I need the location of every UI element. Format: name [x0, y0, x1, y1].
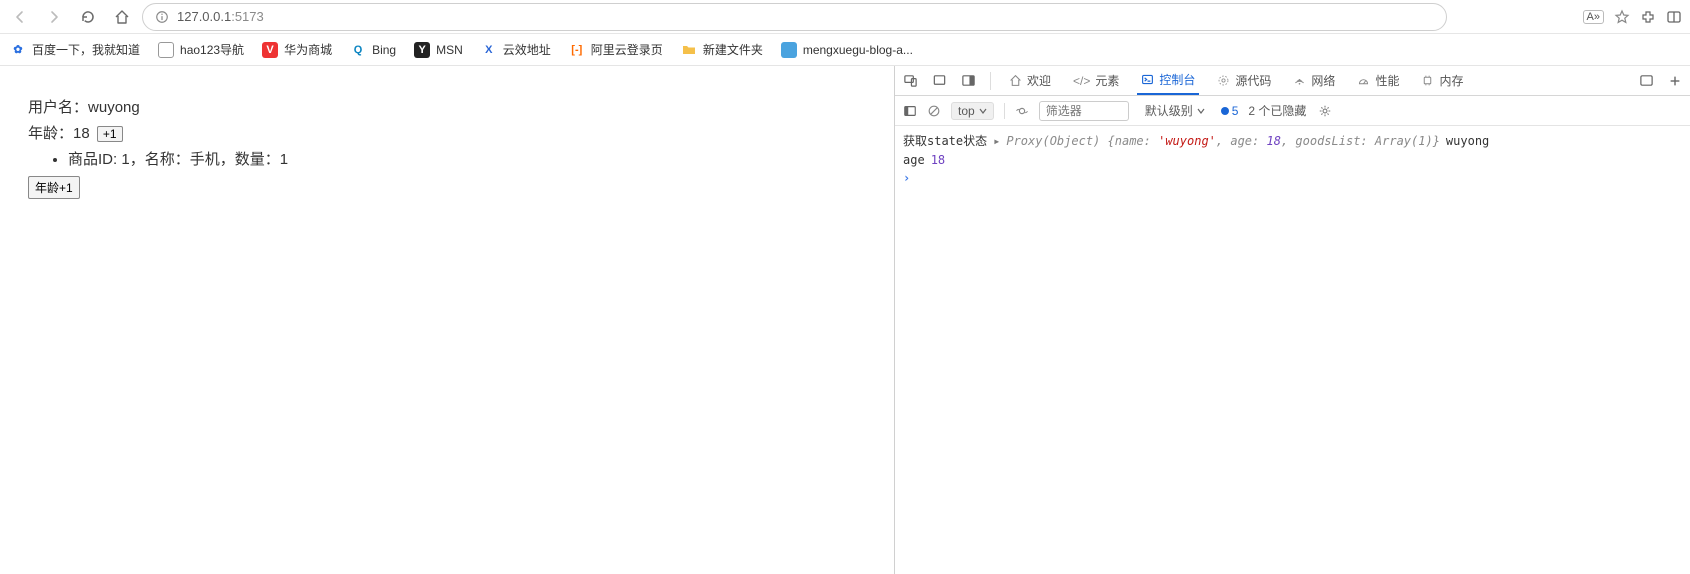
- info-icon: [155, 10, 169, 24]
- goods-list-item: 商品ID: 1，名称：手机，数量：1: [68, 148, 866, 172]
- v-icon: V: [262, 42, 278, 58]
- console-toolbar: top 默认级别 5 2 个已隐藏: [895, 96, 1690, 126]
- forward-button[interactable]: [40, 3, 68, 31]
- devtools-tabs: 欢迎 </>元素 控制台 源代码 网络 性能 内存: [895, 66, 1690, 96]
- bookmark-msn[interactable]: Y MSN: [414, 42, 463, 58]
- bookmark-yunxiao[interactable]: X 云效地址: [481, 41, 551, 58]
- devtools-panel: 欢迎 </>元素 控制台 源代码 网络 性能 内存 top 默认级别 5 2 个…: [895, 66, 1690, 574]
- tab-memory[interactable]: 内存: [1417, 66, 1467, 95]
- issues-badge[interactable]: 5: [1221, 104, 1239, 118]
- bookmark-label: Bing: [372, 43, 396, 57]
- extensions-icon[interactable]: [1640, 9, 1656, 25]
- bookmark-blog[interactable]: mengxuegu-blog-a...: [781, 42, 913, 58]
- dot-icon: [1221, 107, 1229, 115]
- goods-qty-label: 数量：: [235, 151, 280, 168]
- browser-toolbar: 127.0.0.1:5173 A»: [0, 0, 1690, 34]
- bookmark-label: hao123导航: [180, 41, 244, 58]
- console-output: 获取state状态 ▸ Proxy(Object) {name: 'wuyong…: [895, 126, 1690, 574]
- tab-welcome[interactable]: 欢迎: [1005, 66, 1055, 95]
- console-log-line[interactable]: age 18: [903, 151, 1682, 169]
- back-button[interactable]: [6, 3, 34, 31]
- bookmark-huawei[interactable]: V 华为商城: [262, 41, 332, 58]
- bookmark-label: MSN: [436, 43, 463, 57]
- live-expression-icon[interactable]: [1015, 104, 1029, 118]
- console-log-line[interactable]: 获取state状态 ▸ Proxy(Object) {name: 'wuyong…: [903, 130, 1682, 151]
- toggle-sidebar-icon[interactable]: [903, 104, 917, 118]
- tab-elements[interactable]: </>元素: [1069, 66, 1123, 95]
- screencast-icon[interactable]: [932, 73, 947, 88]
- bookmark-baidu[interactable]: ✿ 百度一下，我就知道: [10, 41, 140, 58]
- x-icon: X: [481, 42, 497, 58]
- goods-qty-value: 1: [280, 151, 288, 168]
- username-value: wuyong: [88, 99, 140, 116]
- bookmark-label: 阿里云登录页: [591, 41, 663, 58]
- square-icon: [781, 42, 797, 58]
- goods-name-label: 名称：: [145, 151, 190, 168]
- age-plus-button[interactable]: 年龄+1: [28, 176, 80, 199]
- paw-icon: ✿: [10, 42, 26, 58]
- expand-icon[interactable]: ▸: [993, 134, 1000, 148]
- bookmark-label: 新建文件夹: [703, 41, 763, 58]
- bookmark-label: 百度一下，我就知道: [32, 41, 140, 58]
- address-bar[interactable]: 127.0.0.1:5173: [142, 3, 1447, 31]
- home-button[interactable]: [108, 3, 136, 31]
- goods-id-label: 商品ID:: [68, 151, 117, 168]
- more-panels-icon[interactable]: [1639, 73, 1654, 88]
- bookmark-bing[interactable]: Q Bing: [350, 42, 396, 58]
- tab-network[interactable]: 网络: [1289, 66, 1339, 95]
- context-selector[interactable]: top: [951, 102, 994, 120]
- log-value: 18: [931, 153, 945, 167]
- tab-performance[interactable]: 性能: [1353, 66, 1403, 95]
- address-url: 127.0.0.1:5173: [177, 9, 264, 24]
- age-label: 年龄：: [28, 125, 73, 142]
- refresh-button[interactable]: [74, 3, 102, 31]
- log-trail: wuyong: [1446, 134, 1489, 148]
- username-label: 用户名：: [28, 99, 88, 116]
- reader-mode-badge[interactable]: A»: [1583, 10, 1604, 24]
- bookmark-newfolder[interactable]: 新建文件夹: [681, 41, 763, 58]
- goods-name-value: 手机: [190, 151, 220, 168]
- username-row: 用户名：wuyong: [28, 96, 866, 120]
- clear-console-icon[interactable]: [927, 104, 941, 118]
- increment-button[interactable]: +1: [97, 126, 123, 142]
- split-screen-icon[interactable]: [1666, 9, 1682, 25]
- log-text: 获取state状态: [903, 132, 987, 149]
- bookmarks-bar: ✿ 百度一下，我就知道 hao123导航 V 华为商城 Q Bing Y MSN X 云效…: [0, 34, 1690, 66]
- log-key: age: [903, 153, 925, 167]
- device-toggle-icon[interactable]: [903, 73, 918, 88]
- age-row: 年龄：18 +1: [28, 122, 866, 146]
- add-tab-icon[interactable]: [1668, 74, 1682, 88]
- bookmark-label: mengxuegu-blog-a...: [803, 43, 913, 57]
- page-icon: [158, 42, 174, 58]
- proxy-type: Proxy(Object): [1006, 134, 1100, 148]
- console-filter-input[interactable]: [1039, 101, 1129, 121]
- age-value: 18: [73, 125, 90, 142]
- bookmark-aliyun[interactable]: [-] 阿里云登录页: [569, 41, 663, 58]
- bookmark-label: 云效地址: [503, 41, 551, 58]
- goods-id-value: 1: [121, 151, 129, 168]
- dock-side-icon[interactable]: [961, 73, 976, 88]
- console-settings-icon[interactable]: [1318, 104, 1332, 118]
- favorite-icon[interactable]: [1614, 9, 1630, 25]
- log-level-selector[interactable]: 默认级别: [1139, 101, 1211, 120]
- bracket-icon: [-]: [569, 42, 585, 58]
- bookmark-label: 华为商城: [284, 41, 332, 58]
- tab-sources[interactable]: 源代码: [1213, 66, 1275, 95]
- bookmark-hao123[interactable]: hao123导航: [158, 41, 244, 58]
- page-content: 用户名：wuyong 年龄：18 +1 商品ID: 1，名称：手机，数量：1 年…: [0, 66, 895, 574]
- tab-console[interactable]: 控制台: [1137, 66, 1199, 95]
- bing-icon: Q: [350, 42, 366, 58]
- console-prompt[interactable]: ›: [903, 169, 1682, 187]
- folder-icon: [681, 42, 697, 58]
- hidden-count[interactable]: 2 个已隐藏: [1248, 102, 1306, 119]
- msn-icon: Y: [414, 42, 430, 58]
